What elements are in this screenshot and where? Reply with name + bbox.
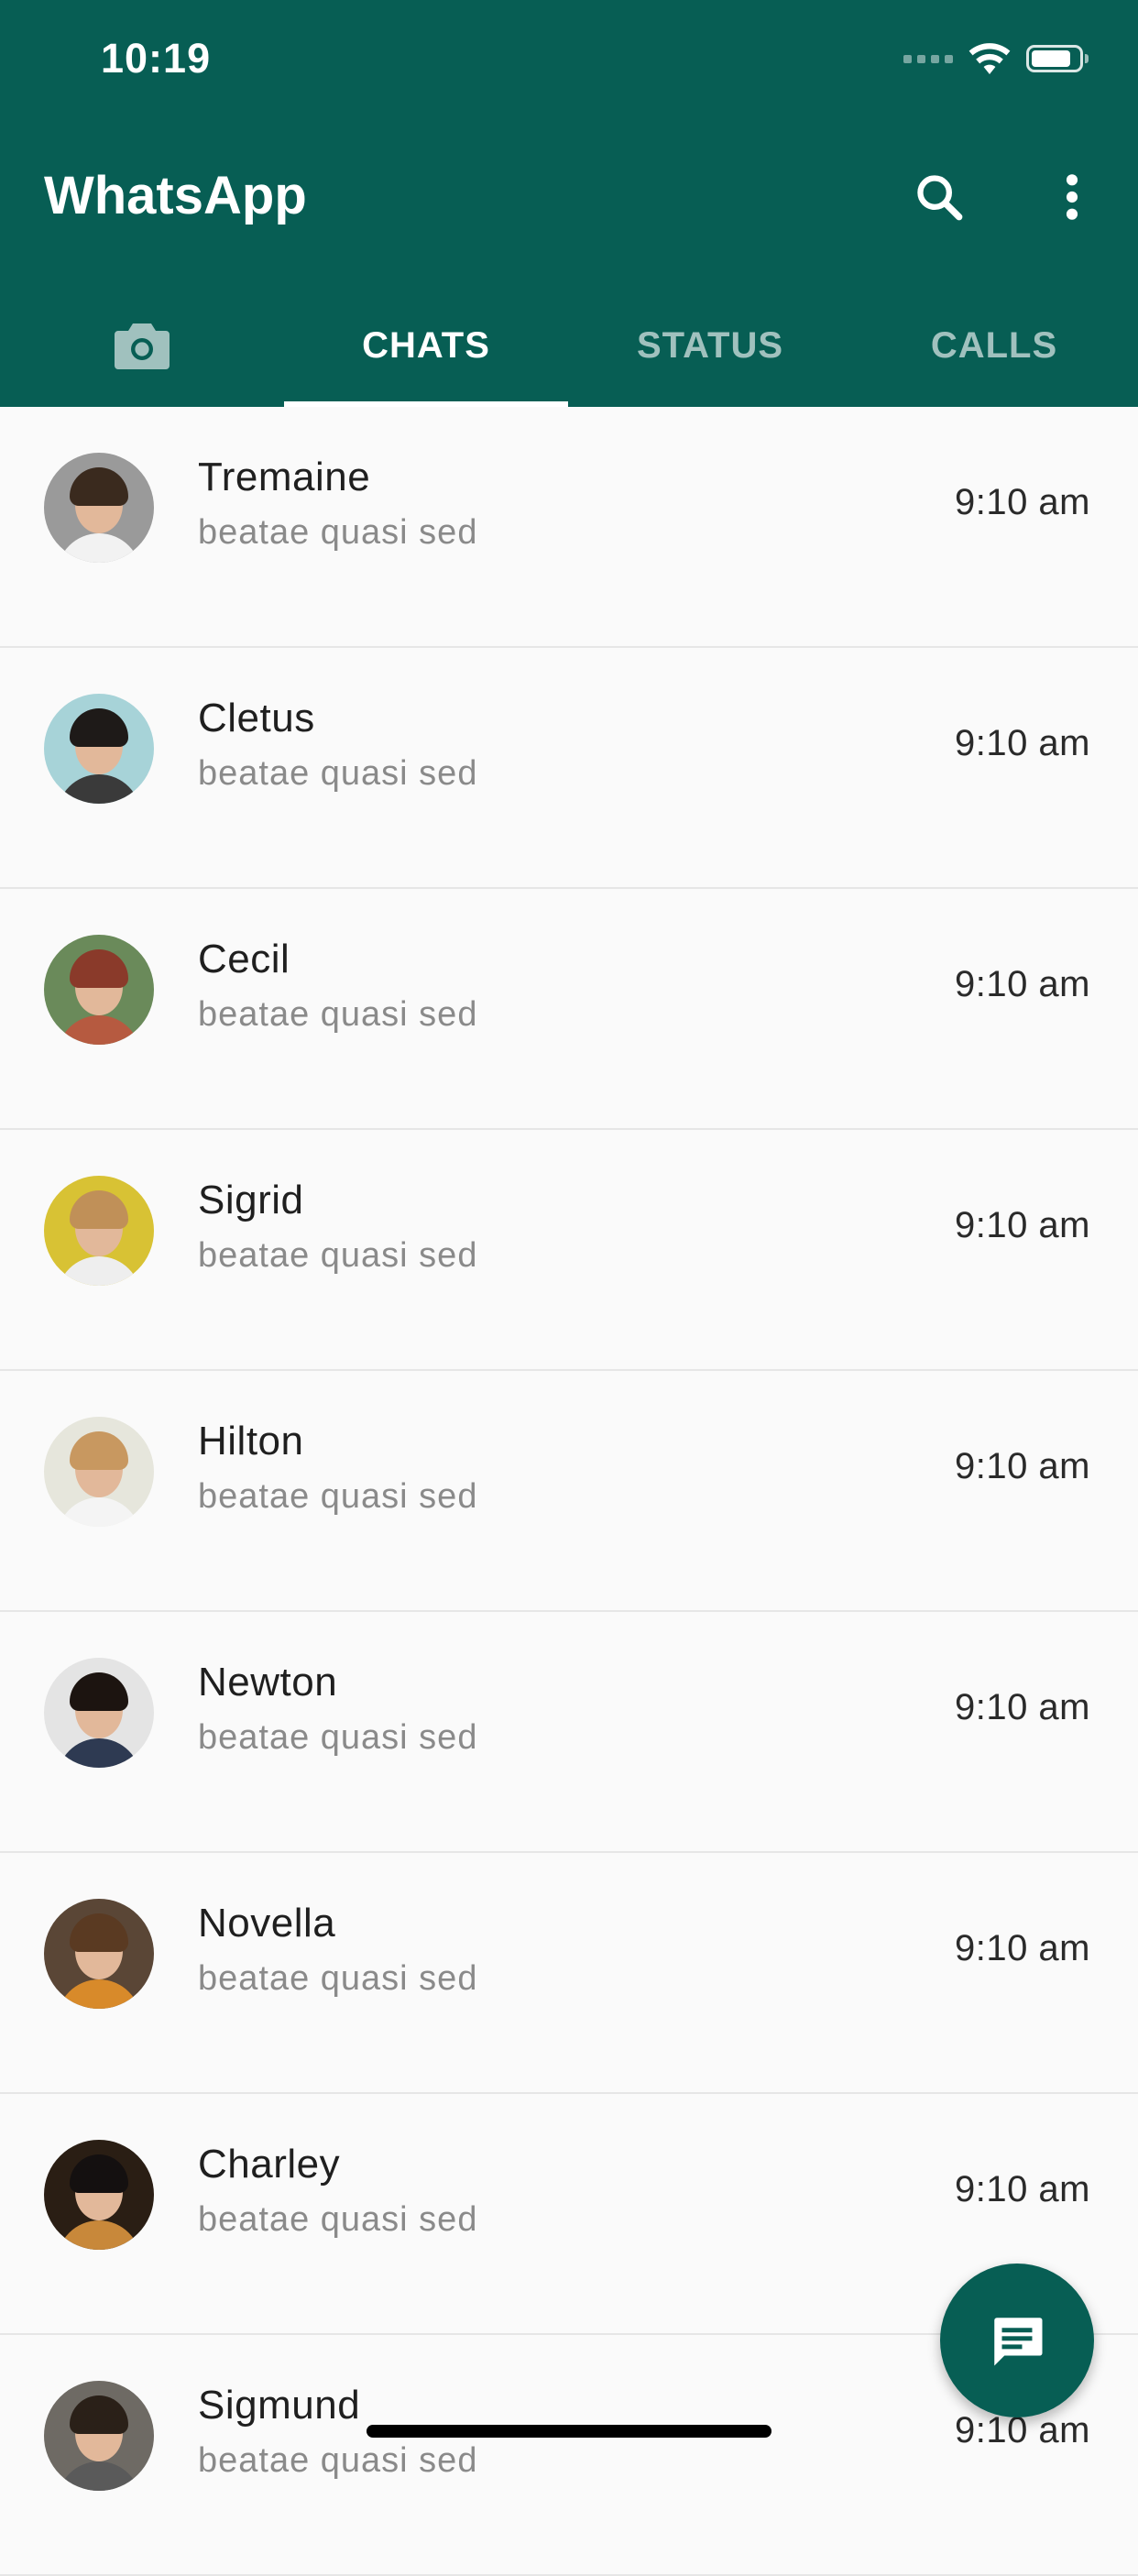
avatar[interactable] <box>44 1417 154 1527</box>
chat-last-message: beatae quasi sed <box>198 1959 478 1998</box>
chat-list: Tremaine beatae quasi sed 9:10 am Cletus bea… <box>0 407 1138 2576</box>
chat-time: 9:10 am <box>954 2169 1090 2209</box>
status-icons <box>903 40 1089 77</box>
avatar[interactable] <box>44 694 154 804</box>
search-button[interactable] <box>907 165 971 229</box>
tab-camera[interactable] <box>0 284 284 407</box>
tab-chats[interactable]: CHATS <box>284 284 568 407</box>
chat-name: Newton <box>198 1660 338 1705</box>
tab-calls[interactable]: CALLS <box>852 284 1136 407</box>
chat-row[interactable]: Sigrid beatae quasi sed 9:10 am <box>0 1130 1138 1371</box>
chat-name: Sigrid <box>198 1178 304 1222</box>
chat-time: 9:10 am <box>954 1446 1090 1486</box>
chat-last-message: beatae quasi sed <box>198 995 478 1034</box>
chat-last-message: beatae quasi sed <box>198 513 478 552</box>
chat-name: Tremaine <box>198 455 371 499</box>
chat-time: 9:10 am <box>954 723 1090 763</box>
app-title: WhatsApp <box>44 166 307 225</box>
avatar[interactable] <box>44 935 154 1045</box>
battery-icon <box>1026 45 1089 72</box>
chat-row[interactable]: Cecil beatae quasi sed 9:10 am <box>0 889 1138 1130</box>
more-vert-icon <box>1066 174 1078 220</box>
avatar[interactable] <box>44 2140 154 2250</box>
avatar[interactable] <box>44 1176 154 1286</box>
chat-name: Cecil <box>198 937 290 981</box>
avatar[interactable] <box>44 1658 154 1768</box>
tab-bar: CHATS STATUS CALLS <box>0 284 1138 407</box>
chat-row[interactable]: Tremaine beatae quasi sed 9:10 am <box>0 407 1138 648</box>
camera-icon <box>115 323 170 369</box>
search-icon <box>917 175 963 221</box>
chat-name: Cletus <box>198 696 315 740</box>
chat-row[interactable]: Novella beatae quasi sed 9:10 am <box>0 1853 1138 2094</box>
chat-time: 9:10 am <box>954 1205 1090 1245</box>
chat-time: 9:10 am <box>954 482 1090 522</box>
chat-time: 9:10 am <box>954 964 1090 1004</box>
avatar[interactable] <box>44 1899 154 2009</box>
tab-status[interactable]: STATUS <box>568 284 852 407</box>
home-indicator <box>367 2425 771 2438</box>
chat-last-message: beatae quasi sed <box>198 1477 478 1516</box>
chat-last-message: beatae quasi sed <box>198 754 478 793</box>
chat-last-message: beatae quasi sed <box>198 1236 478 1275</box>
avatar[interactable] <box>44 2381 154 2491</box>
chat-row[interactable]: Newton beatae quasi sed 9:10 am <box>0 1612 1138 1853</box>
chat-time: 9:10 am <box>954 1928 1090 1968</box>
chat-name: Sigmund <box>198 2383 361 2428</box>
chat-last-message: beatae quasi sed <box>198 2200 478 2239</box>
new-chat-icon <box>994 2318 1043 2366</box>
chat-name: Novella <box>198 1901 336 1946</box>
chat-row[interactable]: Cletus beatae quasi sed 9:10 am <box>0 648 1138 889</box>
chat-name: Charley <box>198 2142 341 2187</box>
status-time: 10:19 <box>101 35 212 82</box>
chat-name: Hilton <box>198 1419 304 1463</box>
chat-time: 9:10 am <box>954 1687 1090 1727</box>
chat-row[interactable]: Hilton beatae quasi sed 9:10 am <box>0 1371 1138 1612</box>
chat-last-message: beatae quasi sed <box>198 2441 478 2480</box>
avatar[interactable] <box>44 453 154 563</box>
new-chat-button[interactable] <box>940 2264 1094 2417</box>
cellular-signal-icon <box>903 54 953 63</box>
chat-last-message: beatae quasi sed <box>198 1718 478 1757</box>
more-options-button[interactable] <box>1040 165 1104 229</box>
wifi-icon <box>968 43 1011 74</box>
app-bar: 10:19 WhatsApp CHATS STATUS CALLS <box>0 0 1138 407</box>
